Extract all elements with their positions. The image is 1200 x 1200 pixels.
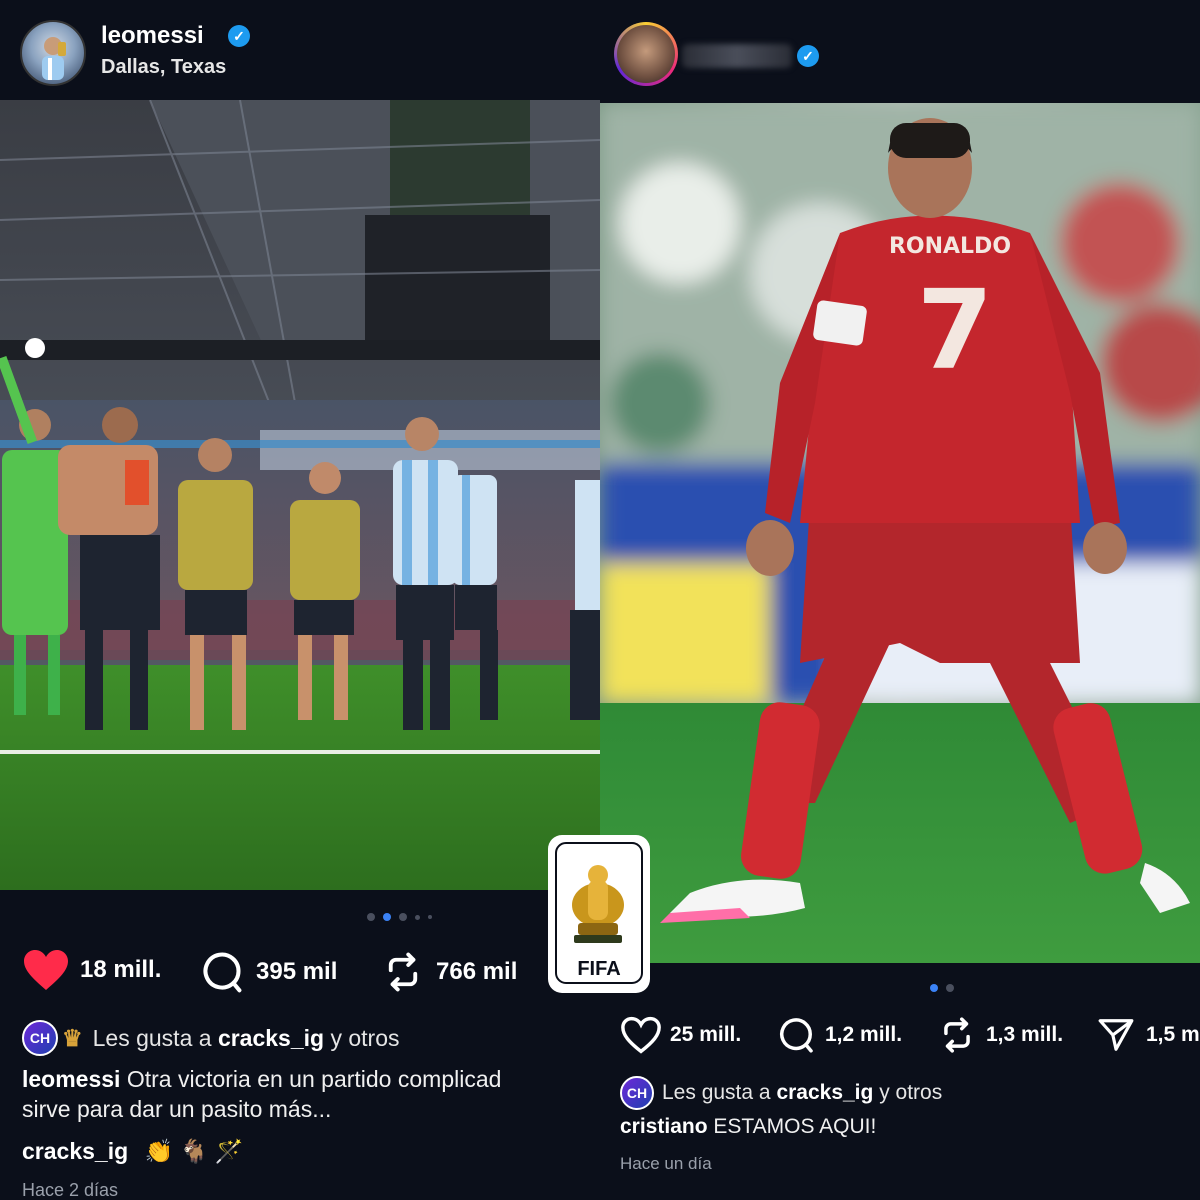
right-caption-text: ESTAMOS AQUI! <box>713 1115 877 1138</box>
left-carousel-dots <box>367 913 432 921</box>
liked-by-suffix: y otros <box>330 1024 400 1051</box>
verified-badge-icon: ✓ <box>797 45 819 67</box>
left-reposts-count: 766 mil <box>436 958 518 985</box>
right-post-photo[interactable]: RONALDO 7 <box>600 103 1200 963</box>
liked-by-prefix: Les gusta a <box>92 1024 212 1051</box>
left-comments-count: 395 mil <box>256 958 338 985</box>
left-like-action[interactable]: 18 mill. <box>22 948 161 992</box>
carousel-dot <box>415 914 420 920</box>
right-timestamp: Hace un día <box>620 1154 712 1173</box>
left-liked-by[interactable]: CH ♛ Les gusta a cracks_ig y otros <box>22 1020 400 1056</box>
fifa-26-logo: FIFA <box>548 835 650 993</box>
right-post-header: ✓ <box>600 0 1200 100</box>
left-post: leomessi ✓ Dallas, Texas 18 mill. 395 mi… <box>0 0 600 1200</box>
cracks-avatar: CH <box>22 1020 58 1056</box>
left-caption-line2: sirve para dar un pasito más... <box>22 1096 332 1122</box>
left-caption-line1: Otra victoria en un partido complicad <box>126 1066 502 1092</box>
comment-user[interactable]: cracks_ig <box>22 1138 128 1164</box>
fifa-logo-text: FIFA <box>577 958 620 980</box>
leomessi-avatar[interactable] <box>20 20 86 86</box>
left-location[interactable]: Dallas, Texas <box>101 56 226 79</box>
right-share-action[interactable]: 1,5 m <box>1096 1016 1200 1054</box>
right-caption: cristiano ESTAMOS AQUI! <box>620 1112 876 1142</box>
carousel-dot <box>399 913 407 921</box>
heart-outline-icon <box>621 1016 661 1054</box>
carousel-dot-active <box>383 913 391 921</box>
left-caption: leomessi Otra victoria en un partido com… <box>22 1064 501 1124</box>
liked-by-suffix: y otros <box>879 1081 943 1104</box>
left-timestamp: Hace 2 días <box>22 1180 119 1200</box>
left-post-photo[interactable] <box>0 100 600 890</box>
comment-icon <box>780 1018 813 1053</box>
carousel-dot <box>946 984 954 992</box>
send-icon <box>1098 1019 1134 1051</box>
liked-by-prefix: Les gusta a <box>662 1081 771 1104</box>
crown-icon: ♛ <box>62 1024 83 1051</box>
repost-icon <box>944 1017 970 1053</box>
right-comments-count: 1,2 mill. <box>825 1023 903 1046</box>
carousel-dot <box>367 913 375 921</box>
left-post-header: leomessi ✓ Dallas, Texas <box>0 0 600 100</box>
right-shares-count: 1,5 m <box>1146 1023 1200 1046</box>
left-likes-count: 18 mill. <box>80 956 162 983</box>
left-repost-action[interactable]: 766 mil <box>382 950 517 994</box>
liked-by-user[interactable]: cracks_ig <box>776 1081 873 1105</box>
blurred-username <box>682 44 792 68</box>
right-repost-action[interactable]: 1,3 mill. <box>938 1016 1063 1054</box>
right-reposts-count: 1,3 mill. <box>986 1023 1064 1046</box>
comment-icon <box>203 952 242 993</box>
right-caption-user[interactable]: cristiano <box>620 1115 708 1138</box>
jersey-name: RONALDO <box>889 234 1011 259</box>
left-comment-action[interactable]: 395 mil <box>200 950 337 994</box>
verified-badge-icon: ✓ <box>228 25 250 47</box>
carousel-dot <box>428 915 432 919</box>
comment-emojis: 👏 🐐 🪄 <box>144 1138 244 1164</box>
liked-by-user[interactable]: cracks_ig <box>218 1025 324 1052</box>
jersey-number: 7 <box>917 266 994 394</box>
right-likes-count: 25 mill. <box>670 1023 742 1046</box>
cristiano-avatar[interactable] <box>614 22 678 86</box>
carousel-dot-active <box>930 984 938 992</box>
left-caption-user[interactable]: leomessi <box>22 1066 120 1092</box>
right-like-action[interactable]: 25 mill. <box>620 1016 741 1054</box>
repost-icon <box>388 952 418 992</box>
cracks-avatar: CH <box>620 1076 654 1110</box>
right-post: ✓ RONALDO 7 25 mill. 1,2 mill. 1,3 mill.… <box>600 0 1200 1200</box>
right-comment-action[interactable]: 1,2 mill. <box>777 1016 902 1054</box>
right-liked-by[interactable]: CH Les gusta a cracks_ig y otros <box>620 1076 942 1110</box>
heart-filled-icon <box>24 950 68 990</box>
right-carousel-dots <box>930 984 954 992</box>
left-username[interactable]: leomessi <box>101 22 204 50</box>
left-top-comment: cracks_ig 👏 🐐 🪄 <box>22 1136 243 1166</box>
